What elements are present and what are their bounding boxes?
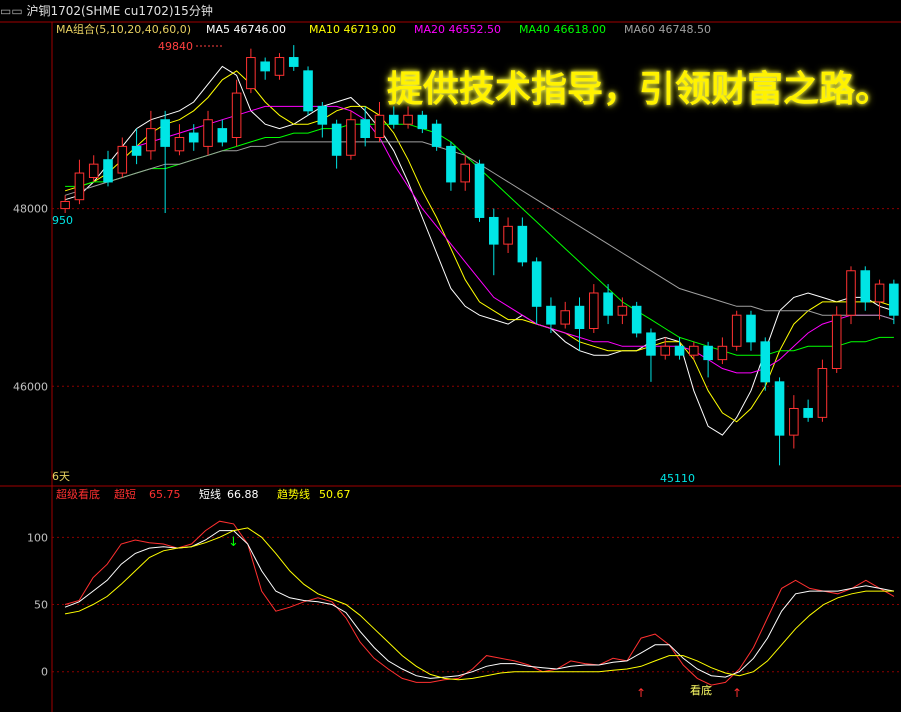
candle-body — [360, 119, 370, 138]
candle-body — [560, 310, 571, 325]
candle-body — [503, 225, 513, 245]
candle-body — [546, 305, 556, 325]
candle-body — [789, 407, 799, 436]
candle-body — [117, 145, 128, 174]
candle-body — [431, 123, 442, 147]
candle-body — [874, 283, 885, 303]
ma-line-ma40 — [65, 123, 894, 356]
chart-canvas[interactable]: MA组合(5,10,20,40,60,0) MA5 46746.00 MA10 46… — [0, 0, 901, 712]
candle-body — [860, 270, 871, 303]
candle-body — [203, 119, 213, 147]
indicator-legend-item: 超短 — [114, 487, 136, 501]
candle-body — [717, 345, 728, 361]
indicator-legend-item: 65.75 — [149, 488, 181, 501]
indicator-tick-label: 0 — [41, 666, 48, 679]
candle-body — [217, 128, 228, 143]
candle-body — [603, 292, 613, 316]
candle-body — [631, 305, 642, 334]
ma-legend-item: MA组合(5,10,20,40,60,0) — [56, 22, 191, 36]
ma-legend-item: MA60 46748.50 — [624, 23, 711, 36]
candle-body — [260, 61, 270, 72]
candle-body — [846, 270, 856, 316]
buy-signal-arrow: ↑ — [636, 686, 646, 700]
days-label: 6天 — [52, 470, 70, 483]
indicator-legend-item: 66.88 — [227, 488, 259, 501]
candle-body — [531, 261, 542, 307]
bottom-signal-label: 看底 — [690, 683, 712, 697]
price-tick-label: 46000 — [13, 380, 48, 393]
indicator-legend-item: 超级看底 — [56, 487, 100, 501]
candle-body — [103, 159, 113, 183]
candle-body — [746, 314, 756, 343]
candle-body — [589, 292, 599, 330]
candle-body — [388, 114, 399, 125]
candle-body — [489, 216, 499, 245]
candle-body — [417, 114, 428, 130]
candle-body — [146, 128, 156, 152]
high-price-label: 49840 — [158, 40, 193, 53]
candle-body — [660, 345, 671, 356]
candle-body — [403, 114, 413, 125]
candle-body — [574, 305, 585, 330]
candle-body — [474, 163, 485, 218]
candle-body — [617, 305, 628, 316]
candle-body — [288, 57, 299, 67]
indicator-line — [64, 527, 894, 681]
indicator-legend-item: 趋势线 — [277, 487, 310, 501]
candle-body — [517, 225, 528, 263]
candle-body — [346, 119, 356, 156]
indicator-line — [64, 530, 895, 679]
candle-body — [374, 114, 385, 138]
candle-body — [460, 163, 470, 183]
ma-legend-item: MA20 46552.50 — [414, 23, 501, 36]
indicator-tick-label: 100 — [27, 531, 48, 544]
candle-body — [303, 70, 313, 112]
candle-body — [774, 381, 785, 436]
candle-body — [74, 172, 85, 201]
indicator-line — [64, 520, 895, 686]
indicator-legend-item: 50.67 — [319, 488, 351, 501]
sell-signal-arrow: ↓ — [228, 535, 239, 550]
candle-body — [446, 145, 456, 183]
indicator-legend-item: 短线 — [199, 487, 221, 501]
candle-body — [760, 341, 771, 383]
ma-legend-item: MA5 46746.00 — [206, 23, 286, 36]
candle-body — [831, 314, 842, 370]
candle-body — [246, 57, 256, 90]
candle-body — [646, 332, 656, 356]
candle-body — [674, 345, 685, 356]
candle-body — [88, 163, 99, 178]
candle-body — [274, 57, 285, 76]
candle-body — [731, 314, 742, 347]
candle-body — [160, 119, 170, 147]
candle-body — [231, 92, 242, 138]
candle-body — [689, 345, 699, 356]
buy-signal-arrow: ↑ — [732, 686, 742, 700]
ma-legend-item: MA40 46618.00 — [519, 23, 606, 36]
candle-body — [803, 407, 813, 418]
candle-body — [331, 123, 342, 156]
price-tick-label: 48000 — [13, 203, 48, 216]
ma-legend-item: MA10 46719.00 — [309, 23, 396, 36]
candle-body — [131, 145, 142, 156]
candle-body — [889, 283, 899, 316]
candle-body — [188, 132, 199, 143]
low-price-label: 45110 — [660, 472, 695, 485]
candle-body — [60, 200, 70, 210]
indicator-tick-label: 50 — [34, 599, 48, 612]
candle-body — [174, 137, 185, 152]
candle-body — [317, 105, 328, 125]
candle-body — [703, 345, 713, 361]
left-price-label: 950 — [52, 214, 73, 227]
candle-body — [817, 368, 828, 418]
